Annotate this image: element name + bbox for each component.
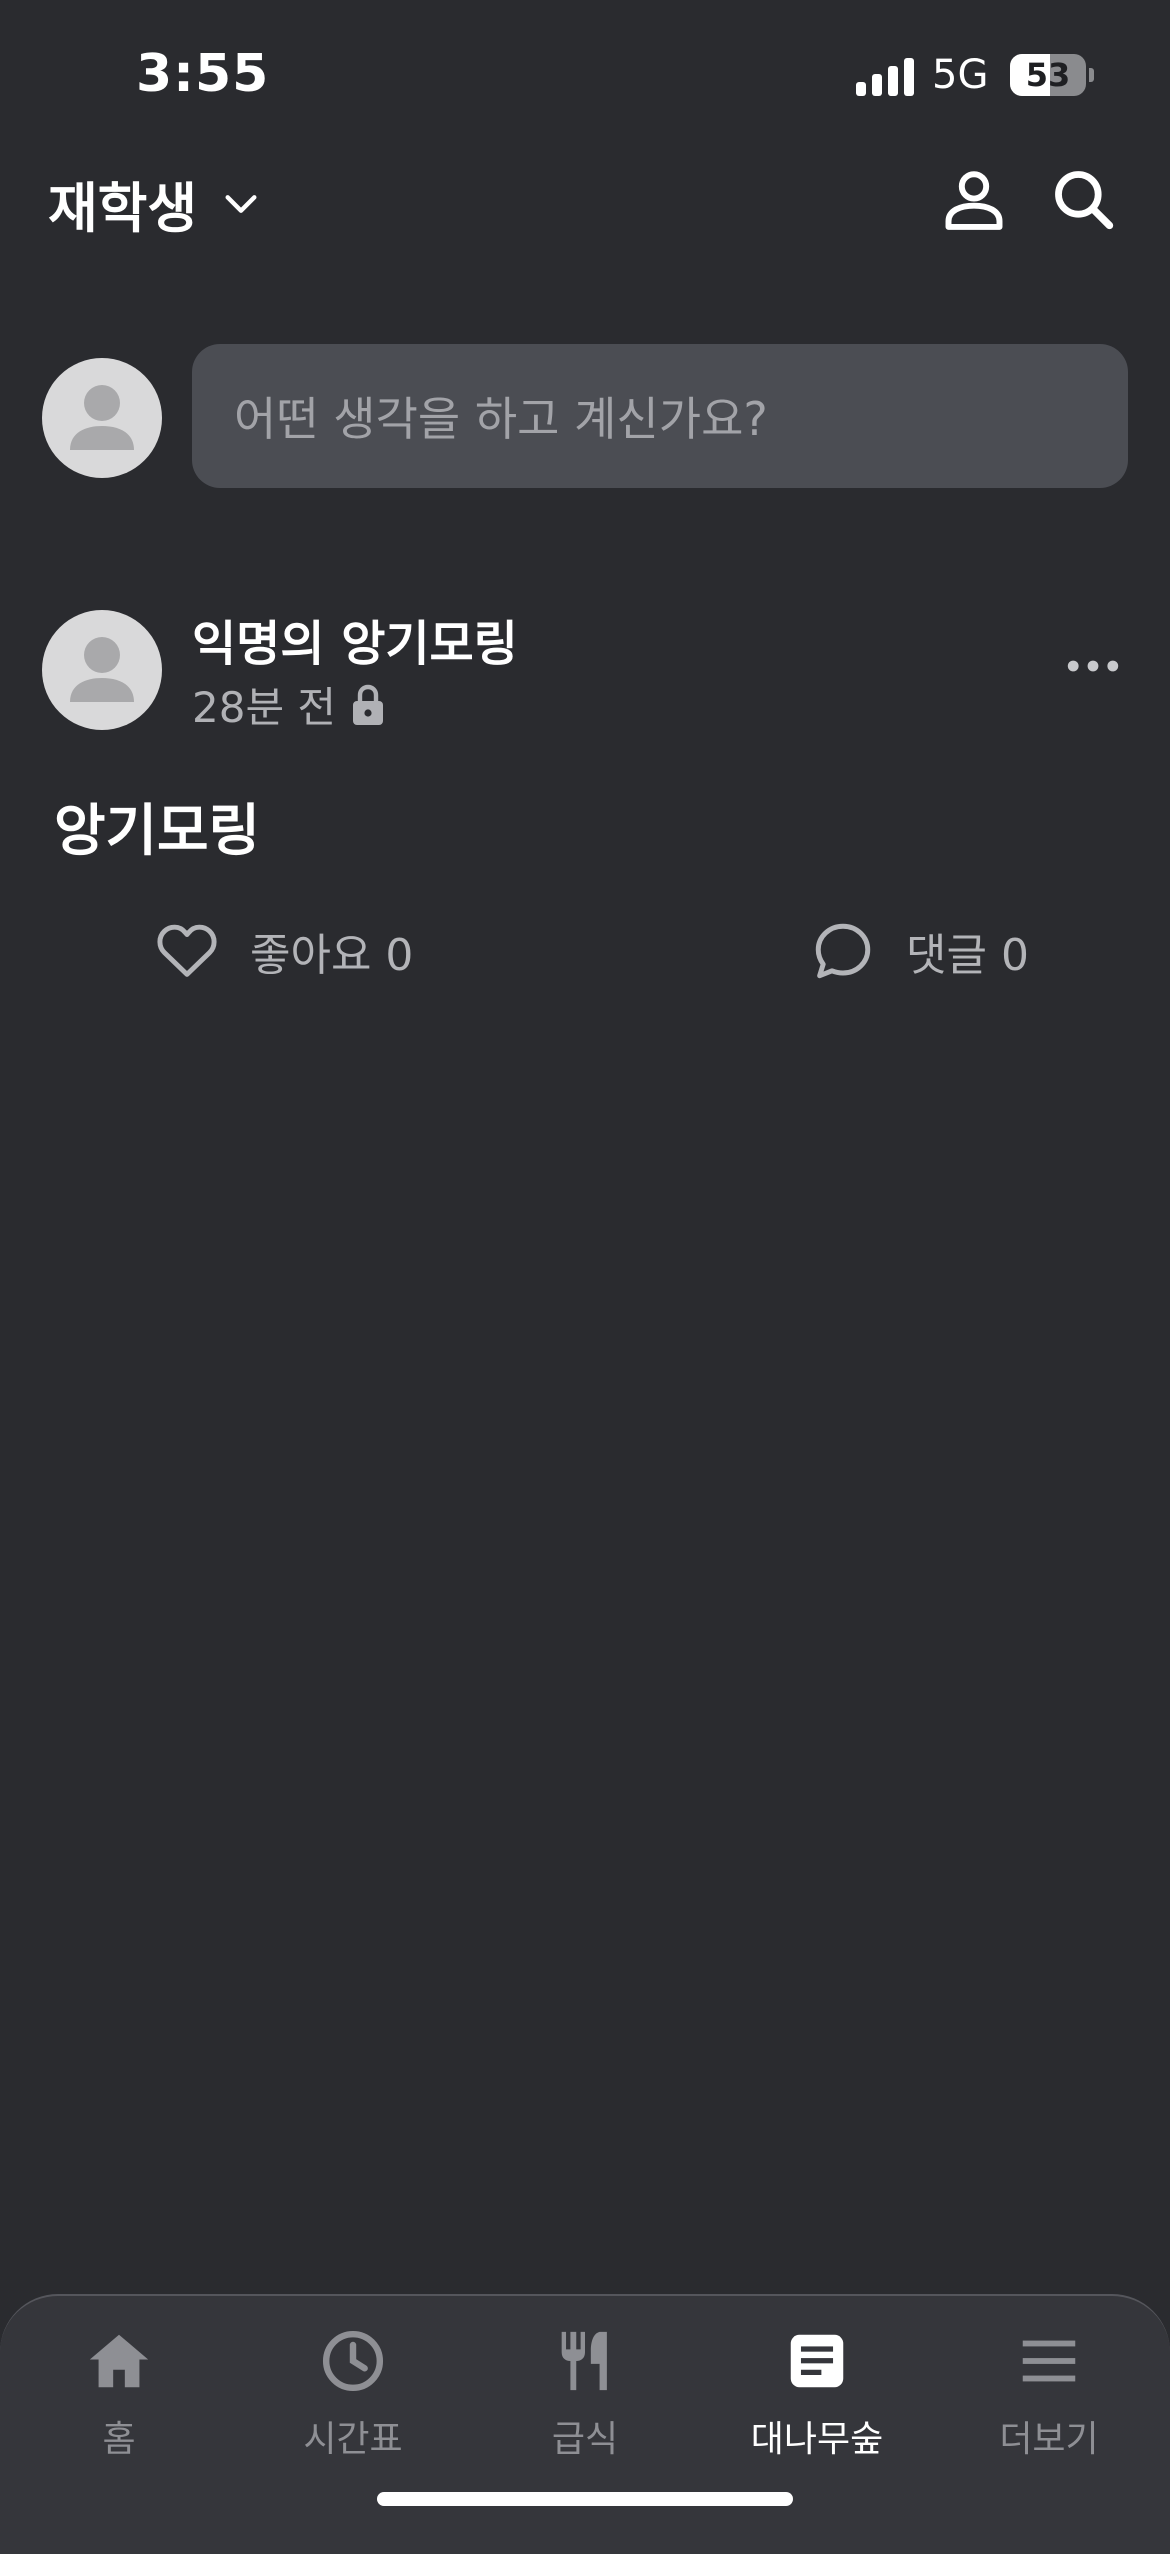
user-avatar [42, 358, 162, 478]
home-indicator [377, 2492, 793, 2506]
post-content: 앙기모링 [54, 799, 261, 864]
document-icon [790, 2334, 844, 2388]
like-count: 좋아요 0 [250, 930, 414, 981]
menu-icon [1022, 2340, 1076, 2382]
post-author: 익명의 앙기모링 [192, 616, 518, 672]
profile-button[interactable] [936, 162, 1012, 238]
comment-button[interactable]: 댓글 0 [810, 918, 1029, 984]
tab-timetable[interactable]: 시간표 [236, 2326, 470, 2462]
search-button[interactable] [1046, 162, 1122, 238]
tab-meal[interactable]: 급식 [468, 2326, 702, 2462]
heart-icon [157, 924, 217, 977]
clock-icon [322, 2330, 384, 2392]
home-icon [89, 2334, 149, 2388]
tab-home[interactable]: 홈 [2, 2326, 236, 2462]
search-icon [1055, 171, 1114, 230]
tab-bar: 홈 시간표 급식 대나무숲 더보기 [0, 2294, 1170, 2554]
tab-more[interactable]: 더보기 [932, 2326, 1166, 2462]
utensils-icon [561, 2331, 607, 2391]
post-meta: 28분 전 [192, 674, 386, 735]
person-icon [945, 171, 1003, 230]
lock-icon [353, 684, 384, 725]
post-time: 28분 전 [192, 683, 337, 732]
like-button[interactable]: 좋아요 0 [154, 918, 413, 984]
more-horizontal-icon [1067, 660, 1119, 672]
comment-icon [815, 923, 871, 979]
tab-label: 급식 [551, 2419, 619, 2460]
battery-percent: 53 [1025, 56, 1071, 94]
compose-placeholder: 어떤 생각을 하고 계신가요? [234, 392, 768, 446]
status-time: 3:55 [136, 44, 270, 104]
chevron-down-icon [225, 194, 257, 213]
page-title: 재학생 [48, 177, 198, 240]
compose-input[interactable]: 어떤 생각을 하고 계신가요? [192, 344, 1128, 488]
tab-label: 대나무숲 [750, 2419, 884, 2460]
tab-bamboo-forest[interactable]: 대나무숲 [700, 2326, 934, 2462]
tab-label: 더보기 [999, 2419, 1099, 2460]
tab-label: 시간표 [303, 2419, 403, 2460]
battery-icon: 53 [1010, 54, 1094, 96]
network-label: 5G [932, 52, 989, 98]
comment-count: 댓글 0 [906, 930, 1029, 981]
more-options-button[interactable] [1058, 646, 1128, 686]
school-selector[interactable]: 재학생 [48, 164, 261, 243]
person-silhouette-icon [70, 385, 134, 450]
person-silhouette-icon [70, 637, 134, 702]
tab-label: 홈 [102, 2419, 136, 2460]
author-avatar [42, 610, 162, 730]
signal-icon [856, 58, 914, 96]
